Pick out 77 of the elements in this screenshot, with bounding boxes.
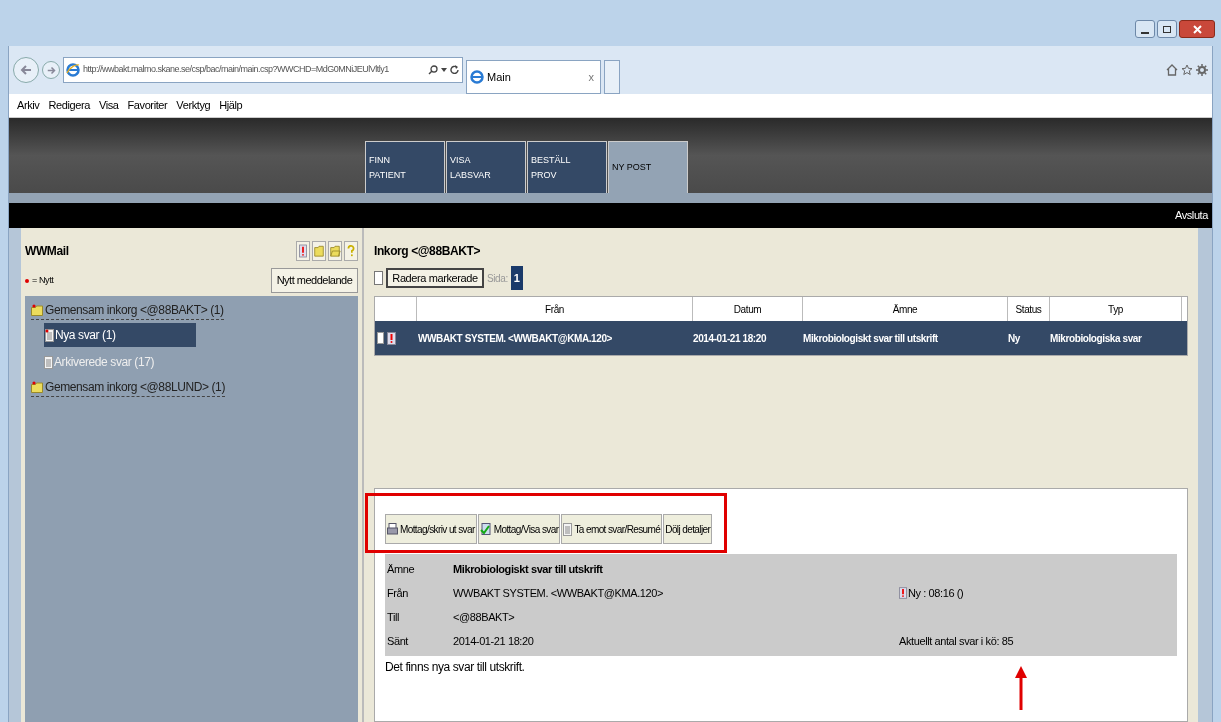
field-value: WWBAKT SYSTEM. <WWBAKT@KMA.120> bbox=[453, 586, 665, 601]
alert-document-icon[interactable] bbox=[296, 241, 310, 261]
tab-close-button[interactable]: x bbox=[585, 68, 597, 86]
alert-document-icon bbox=[387, 331, 396, 345]
delete-selected-button[interactable]: Radera markerade bbox=[386, 268, 484, 288]
menu-item[interactable]: Visa bbox=[98, 97, 119, 114]
field-value: 2014-01-21 18:20 bbox=[453, 634, 535, 649]
inbox-title: Inkorg <@88BAKT> bbox=[374, 243, 481, 260]
type-cell-text: Mikrobiologiska svar bbox=[1050, 331, 1143, 346]
alert-document-icon bbox=[899, 587, 907, 599]
field-label: Sänt bbox=[387, 634, 410, 649]
action-button[interactable]: Dölj detaljer bbox=[663, 514, 713, 544]
field-label: Till bbox=[387, 610, 401, 625]
new-marker-icon bbox=[25, 277, 29, 284]
browser-logo-icon bbox=[66, 63, 80, 77]
printer-icon bbox=[387, 523, 398, 535]
logout-link[interactable]: Avsluta bbox=[1174, 207, 1208, 224]
folder-item[interactable]: Nya svar (1) bbox=[44, 323, 196, 347]
forward-arrow-icon bbox=[46, 65, 56, 75]
row-checkbox[interactable] bbox=[377, 332, 384, 344]
settings-icon[interactable] bbox=[1196, 64, 1208, 76]
new-message-button[interactable]: Nytt meddelande bbox=[271, 268, 358, 293]
refresh-icon[interactable] bbox=[450, 64, 460, 76]
message-row[interactable]: WWBAKT SYSTEM. <WWBAKT@KMA.120> 2014-01-21 18:20 Mikrobiologiskt svar till utskrift Ny Mikrobiologiska svar bbox=[375, 321, 1187, 355]
dropdown-caret-icon[interactable] bbox=[441, 68, 447, 72]
folder-item[interactable]: Gemensam inkorg <@88LUND> (1) bbox=[31, 377, 225, 397]
document-check-icon bbox=[479, 523, 492, 535]
nav-tab[interactable]: VISA LABSVAR bbox=[446, 141, 526, 193]
menu-item[interactable]: Verktyg bbox=[176, 97, 211, 114]
folder-icon bbox=[31, 380, 43, 393]
maximize-button[interactable] bbox=[1157, 20, 1177, 38]
action-button[interactable]: Mottag/Visa svar bbox=[477, 514, 561, 544]
status-cell-text: Ny bbox=[1008, 331, 1021, 346]
action-button[interactable]: Ta emot svar/Resumé bbox=[561, 514, 663, 544]
sender-cell-text: WWBAKT SYSTEM. <WWBAKT@KMA.120> bbox=[417, 331, 614, 346]
menu-item[interactable]: Redigera bbox=[48, 97, 90, 114]
page-label: Sida: bbox=[487, 271, 508, 286]
folder-icon bbox=[31, 303, 43, 316]
date-cell-text: 2014-01-21 18:20 bbox=[693, 331, 768, 346]
address-text: http://wwbakt.malmo.skane.se/csp/bac/main/main.csp?WWCHD=MdG0MNiJEUlVltly1 bbox=[83, 63, 390, 77]
back-arrow-icon bbox=[20, 64, 32, 76]
home-icon[interactable] bbox=[1166, 64, 1178, 76]
menu-item[interactable]: Arkiv bbox=[17, 97, 40, 114]
nav-tab[interactable]: FINN PATIENT bbox=[365, 141, 445, 193]
nav-tab[interactable]: BESTÄLL PROV bbox=[527, 141, 607, 193]
select-all-checkbox[interactable] bbox=[374, 271, 383, 285]
browser-logo-icon bbox=[470, 70, 484, 84]
close-button[interactable] bbox=[1179, 20, 1215, 38]
back-button[interactable] bbox=[13, 57, 39, 83]
legend-text: = Nytt bbox=[32, 273, 54, 287]
forward-button[interactable] bbox=[42, 61, 60, 79]
nav-tab[interactable]: NY POST bbox=[608, 141, 688, 193]
document-icon bbox=[45, 328, 54, 342]
field-value: Mikrobiologiskt svar till utskrift bbox=[453, 562, 604, 577]
search-icon[interactable] bbox=[428, 65, 438, 75]
subject-cell-text: Mikrobiologiskt svar till utskrift bbox=[803, 331, 939, 346]
close-icon bbox=[1192, 24, 1202, 34]
field-label: Från bbox=[387, 586, 410, 601]
browser-tab[interactable]: Main x bbox=[466, 60, 601, 94]
field-label: Ämne bbox=[387, 562, 416, 577]
pointer-arrow bbox=[1015, 666, 1027, 710]
address-bar[interactable]: http://wwbakt.malmo.skane.se/csp/bac/main/main.csp?WWCHD=MdG0MNiJEUlVltly1 bbox=[63, 57, 463, 83]
document-icon bbox=[44, 355, 53, 369]
page-number[interactable]: 1 bbox=[510, 266, 523, 290]
message-body: Det finns nya svar till utskrift. bbox=[385, 659, 525, 676]
minimize-button[interactable] bbox=[1135, 20, 1155, 38]
folder-item[interactable]: Gemensam inkorg <@88BAKT> (1) bbox=[31, 300, 224, 320]
sidebar-title: WWMail bbox=[25, 243, 69, 260]
status-text: Ny : 08:16 () bbox=[908, 586, 964, 601]
action-button[interactable]: Mottag/skriv ut svar bbox=[385, 514, 477, 544]
document-icon bbox=[563, 522, 573, 536]
menu-item[interactable]: Favoriter bbox=[127, 97, 168, 114]
queue-text: Aktuellt antal svar i kö: 85 bbox=[899, 634, 1015, 649]
menu-item[interactable]: Hjälp bbox=[219, 97, 243, 114]
open-folder-icon[interactable] bbox=[328, 241, 342, 261]
star-icon[interactable] bbox=[1181, 64, 1193, 76]
field-value: <@88BAKT> bbox=[453, 610, 516, 625]
